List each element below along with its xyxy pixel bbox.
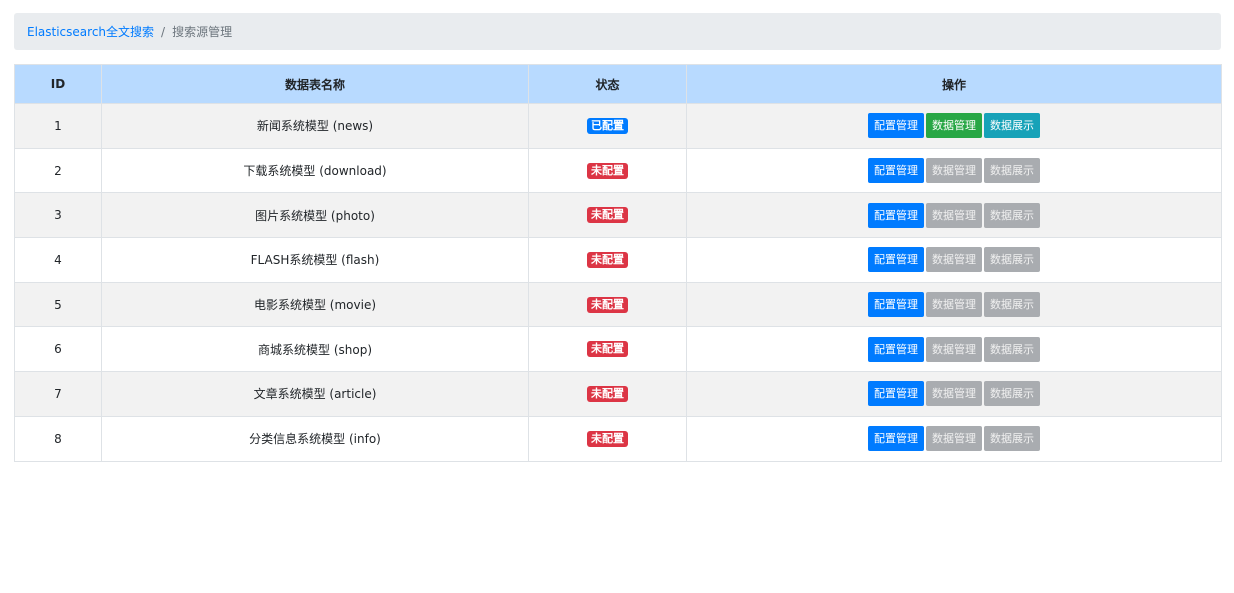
cell-id: 8 [14,415,102,462]
config-manage-button[interactable]: 配置管理 [868,202,924,228]
config-manage-button[interactable]: 配置管理 [868,158,924,184]
data-manage-button: 数据管理 [926,381,982,407]
data-manage-button: 数据管理 [926,202,982,228]
cell-name: FLASH系统模型 (flash) [101,237,529,283]
cell-status: 未配置 [528,326,687,373]
table-header-row: ID 数据表名称 状态 操作 [14,64,1222,104]
config-manage-button[interactable]: 配置管理 [868,381,924,407]
cell-status: 未配置 [528,281,687,328]
status-badge: 未配置 [587,430,628,447]
cell-id: 6 [14,326,102,373]
cell-name: 商城系统模型 (shop) [101,326,529,373]
status-badge: 未配置 [587,296,628,313]
data-display-button: 数据展示 [984,247,1040,273]
cell-name: 下载系统模型 (download) [101,147,529,194]
cell-status: 未配置 [528,415,687,462]
data-display-button: 数据展示 [984,426,1040,452]
cell-actions: 配置管理 数据管理 数据展示 [686,281,1222,328]
cell-name: 图片系统模型 (photo) [101,192,529,239]
table-row: 8 分类信息系统模型 (info) 未配置 配置管理 数据管理 数据展示 [14,415,1222,462]
header-name: 数据表名称 [101,64,529,104]
data-manage-button: 数据管理 [926,292,982,318]
cell-actions: 配置管理 数据管理 数据展示 [686,237,1222,283]
breadcrumb: Elasticsearch全文搜索 / 搜索源管理 [14,13,1221,50]
data-manage-button: 数据管理 [926,336,982,362]
breadcrumb-separator: / [161,24,166,39]
cell-id: 7 [14,371,102,417]
header-status: 状态 [528,64,687,104]
cell-actions: 配置管理 数据管理 数据展示 [686,326,1222,373]
cell-name: 电影系统模型 (movie) [101,281,529,328]
header-actions: 操作 [686,64,1222,104]
data-display-button: 数据展示 [984,158,1040,184]
cell-actions: 配置管理 数据管理 数据展示 [686,192,1222,239]
cell-status: 未配置 [528,192,687,239]
config-manage-button[interactable]: 配置管理 [868,292,924,318]
table-row: 5 电影系统模型 (movie) 未配置 配置管理 数据管理 数据展示 [14,281,1222,328]
table-row: 3 图片系统模型 (photo) 未配置 配置管理 数据管理 数据展示 [14,192,1222,239]
data-manage-button: 数据管理 [926,426,982,452]
table-row: 4 FLASH系统模型 (flash) 未配置 配置管理 数据管理 数据展示 [14,237,1222,283]
cell-id: 5 [14,281,102,328]
config-manage-button[interactable]: 配置管理 [868,113,924,139]
header-id: ID [14,64,102,104]
cell-status: 未配置 [528,237,687,283]
table-row: 2 下载系统模型 (download) 未配置 配置管理 数据管理 数据展示 [14,147,1222,194]
cell-name: 新闻系统模型 (news) [101,103,529,149]
cell-status: 已配置 [528,103,687,149]
table-body: 1 新闻系统模型 (news) 已配置 配置管理 数据管理 数据展示 2 下载系统模型 (do… [14,103,1222,462]
data-display-button: 数据展示 [984,381,1040,407]
cell-name: 分类信息系统模型 (info) [101,415,529,462]
status-badge: 未配置 [587,207,628,224]
cell-id: 3 [14,192,102,239]
cell-id: 1 [14,103,102,149]
cell-id: 4 [14,237,102,283]
cell-status: 未配置 [528,371,687,417]
cell-status: 未配置 [528,147,687,194]
table-row: 6 商城系统模型 (shop) 未配置 配置管理 数据管理 数据展示 [14,326,1222,373]
cell-actions: 配置管理 数据管理 数据展示 [686,371,1222,417]
status-badge: 已配置 [587,117,628,134]
config-manage-button[interactable]: 配置管理 [868,426,924,452]
data-manage-button: 数据管理 [926,247,982,273]
data-display-button: 数据展示 [984,202,1040,228]
cell-actions: 配置管理 数据管理 数据展示 [686,103,1222,149]
data-display-button: 数据展示 [984,336,1040,362]
breadcrumb-current: 搜索源管理 [172,25,233,39]
status-badge: 未配置 [587,162,628,179]
config-manage-button[interactable]: 配置管理 [868,247,924,273]
table-row: 1 新闻系统模型 (news) 已配置 配置管理 数据管理 数据展示 [14,103,1222,149]
status-badge: 未配置 [587,385,628,402]
data-manage-button: 数据管理 [926,158,982,184]
status-badge: 未配置 [587,251,628,268]
data-display-button[interactable]: 数据展示 [984,113,1040,139]
data-display-button: 数据展示 [984,292,1040,318]
data-manage-button[interactable]: 数据管理 [926,113,982,139]
status-badge: 未配置 [587,341,628,358]
table-row: 7 文章系统模型 (article) 未配置 配置管理 数据管理 数据展示 [14,371,1222,417]
config-manage-button[interactable]: 配置管理 [868,336,924,362]
cell-actions: 配置管理 数据管理 数据展示 [686,147,1222,194]
breadcrumb-home-link[interactable]: Elasticsearch全文搜索 [27,23,154,40]
cell-name: 文章系统模型 (article) [101,371,529,417]
cell-id: 2 [14,147,102,194]
search-source-table: ID 数据表名称 状态 操作 1 新闻系统模型 (news) 已配置 配置管理 数据管理… [14,64,1222,462]
cell-actions: 配置管理 数据管理 数据展示 [686,415,1222,462]
